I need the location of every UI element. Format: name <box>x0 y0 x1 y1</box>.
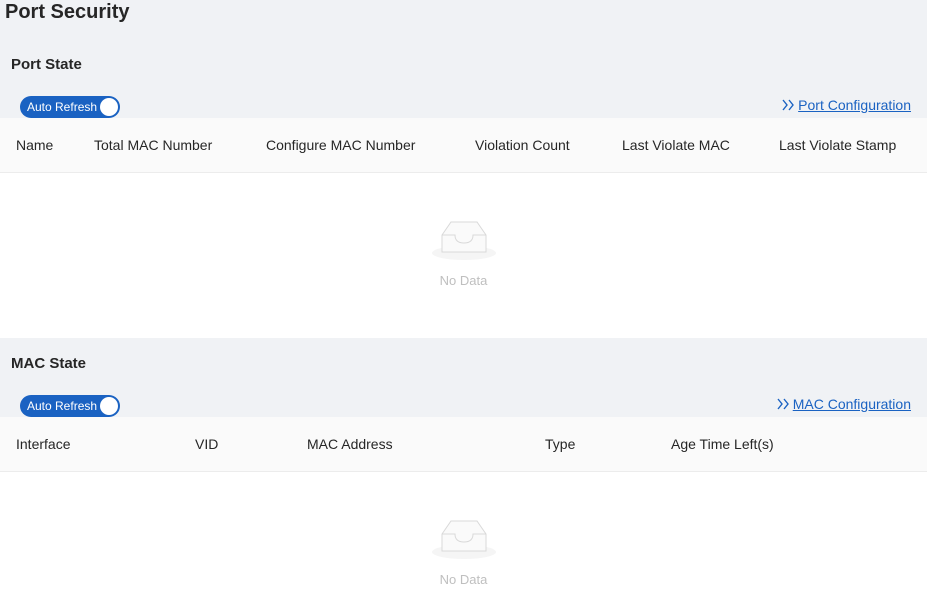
port-state-table-body: No Data <box>0 173 927 338</box>
mac-configuration-link[interactable]: MAC Configuration <box>776 396 911 412</box>
column-header-mac-address: MAC Address <box>307 436 393 452</box>
mac-state-empty-state: No Data <box>0 518 927 587</box>
column-header-configure-mac-number: Configure MAC Number <box>266 137 416 153</box>
empty-inbox-icon <box>431 221 496 260</box>
empty-state-text: No Data <box>439 572 488 587</box>
mac-state-auto-refresh-toggle[interactable]: Auto Refresh <box>20 395 120 417</box>
toggle-knob <box>100 397 118 415</box>
port-configuration-link[interactable]: Port Configuration <box>781 97 911 113</box>
double-chevron-right-icon <box>782 99 795 111</box>
port-state-title: Port State <box>11 56 82 73</box>
auto-refresh-label: Auto Refresh <box>27 399 98 413</box>
column-header-interface: Interface <box>16 436 71 452</box>
column-header-total-mac-number: Total MAC Number <box>94 137 213 153</box>
auto-refresh-label: Auto Refresh <box>27 100 98 114</box>
toggle-knob <box>100 98 118 116</box>
mac-configuration-link-text: MAC Configuration <box>792 396 911 412</box>
column-header-name: Name <box>16 137 54 153</box>
page-title: Port Security <box>5 1 130 23</box>
empty-state-text: No Data <box>439 273 488 288</box>
port-state-table-header: Name Total MAC Number Configure MAC Numb… <box>0 118 927 173</box>
column-header-last-violate-mac: Last Violate MAC <box>622 137 730 153</box>
empty-inbox-icon <box>431 520 496 559</box>
mac-state-table-header: Interface VID MAC Address Type Age Time … <box>0 417 927 472</box>
column-header-vid: VID <box>195 436 219 452</box>
column-header-age-time-left: Age Time Left(s) <box>671 436 774 452</box>
column-header-violation-count: Violation Count <box>475 137 570 153</box>
mac-state-table-body: No Data <box>0 472 927 596</box>
port-state-auto-refresh-toggle[interactable]: Auto Refresh <box>20 96 120 118</box>
port-configuration-link-text: Port Configuration <box>798 97 911 113</box>
column-header-type: Type <box>545 436 576 452</box>
double-chevron-right-icon <box>777 398 789 410</box>
column-header-last-violate-stamp: Last Violate Stamp <box>779 137 897 153</box>
mac-state-title: MAC State <box>11 355 87 372</box>
port-state-empty-state: No Data <box>0 219 927 288</box>
